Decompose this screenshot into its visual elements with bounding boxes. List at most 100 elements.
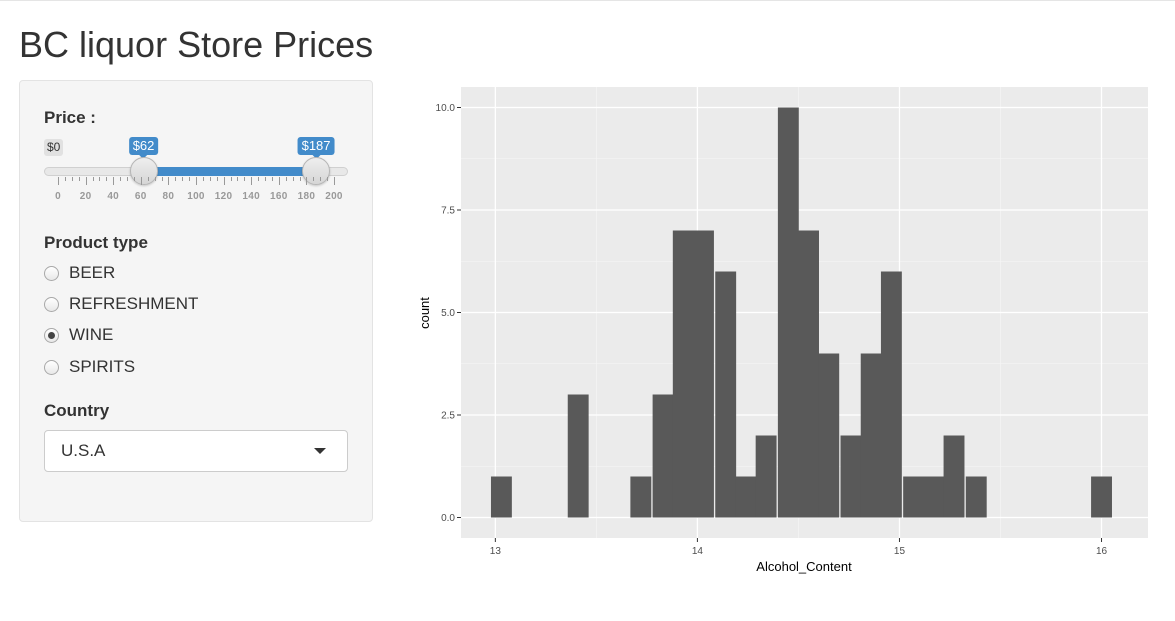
histogram-bar: [715, 271, 737, 518]
slider-tick: [202, 177, 204, 181]
slider-tick: [106, 177, 108, 181]
x-tick-label: 15: [894, 546, 906, 557]
slider-tick-label: 80: [162, 191, 175, 202]
slider-selected-range[interactable]: [143, 167, 317, 176]
slider-high-value: $187: [297, 137, 335, 159]
slider-tick: [230, 177, 232, 181]
radio-refreshment[interactable]: REFRESHMENT: [44, 293, 198, 315]
slider-tick: [216, 177, 218, 181]
slider-tick: [237, 177, 239, 181]
slider-tick: [182, 177, 184, 181]
slider-tick: [99, 177, 101, 181]
slider-tick-label: 20: [79, 191, 92, 202]
country-label: Country: [44, 401, 110, 420]
y-tick-label: 7.5: [441, 206, 455, 217]
radio-button-icon[interactable]: [44, 359, 59, 375]
y-tick-label: 2.5: [441, 411, 455, 422]
slider-tick: [175, 177, 177, 181]
slider-tick: [223, 177, 225, 185]
slider-tick: [244, 177, 246, 181]
product-type-label: Product type: [44, 233, 148, 252]
slider-tick: [92, 177, 94, 181]
y-tick-label: 10.0: [436, 103, 456, 114]
price-slider[interactable]: $0 $62 $187 0 20 40 60 80 100 120 140 160 180 200: [44, 137, 350, 209]
slider-tick: [161, 177, 163, 181]
slider-tick: [154, 177, 156, 181]
histogram-bar: [818, 353, 840, 518]
radio-button-icon[interactable]: [44, 265, 59, 281]
histogram-bar: [860, 353, 882, 518]
slider-tick-label: 200: [325, 191, 343, 202]
caret-down-icon[interactable]: [314, 448, 326, 454]
histogram-bar: [798, 230, 819, 518]
slider-tick: [147, 177, 149, 181]
slider-tick: [209, 177, 211, 181]
histogram-bar: [777, 107, 799, 518]
slider-tick-label: 40: [107, 191, 120, 202]
slider-tick: [168, 177, 170, 185]
slider-tick: [306, 177, 308, 185]
histogram-bar: [755, 435, 777, 518]
page-title: BC liquor Store Prices: [19, 24, 374, 65]
radio-beer[interactable]: BEER: [44, 262, 115, 284]
histogram-bar: [693, 230, 714, 518]
slider-tick: [327, 177, 329, 181]
histogram-bar: [652, 394, 674, 518]
slider-tick-label: 60: [134, 191, 147, 202]
sidebar-panel: Price : $0 $62 $187 0 20 40 60 80 100 120 140 16…: [19, 80, 373, 522]
country-select[interactable]: U.S.A: [44, 430, 348, 472]
radio-label: REFRESHMENT: [69, 294, 199, 313]
histogram-bar: [965, 476, 987, 518]
slider-tick: [285, 177, 287, 181]
price-label: Price :: [44, 108, 96, 127]
slider-tick: [271, 177, 273, 181]
slider-tick: [258, 177, 260, 181]
slider-tick-label: 160: [270, 191, 288, 202]
histogram-bar: [903, 476, 925, 518]
slider-tick: [265, 177, 266, 181]
histogram-bar: [1091, 476, 1112, 518]
x-axis: 13 14 15 16: [490, 538, 1108, 557]
radio-wine[interactable]: WINE: [44, 324, 113, 346]
histogram-bar: [672, 230, 694, 518]
slider-tick-label: 120: [214, 191, 233, 202]
slider-min-label: $0: [44, 139, 64, 156]
y-axis-title: count: [417, 297, 432, 329]
slider-low-value: $62: [128, 137, 159, 159]
histogram-bar: [943, 435, 965, 518]
slider-tick-label: 0: [55, 191, 61, 202]
x-tick-label: 16: [1096, 546, 1108, 557]
x-axis-title: Alcohol_Content: [756, 559, 852, 574]
slider-tick: [71, 177, 73, 181]
slider-tick: [85, 177, 87, 185]
y-tick-label: 5.0: [441, 308, 455, 319]
slider-tick: [313, 177, 315, 181]
radio-label: SPIRITS: [69, 357, 136, 376]
x-tick-label: 13: [490, 546, 502, 557]
slider-tick: [251, 177, 253, 185]
slider-tick: [127, 177, 128, 181]
slider-tick: [78, 177, 80, 181]
slider-tick: [120, 177, 122, 181]
slider-tick: [64, 177, 66, 181]
histogram-bar: [923, 476, 945, 518]
radio-button-checked-icon[interactable]: [44, 327, 59, 343]
slider-tick: [196, 177, 197, 185]
radio-spirits[interactable]: SPIRITS: [44, 356, 135, 378]
top-border: [0, 0, 1175, 1]
slider-tick: [278, 177, 280, 185]
country-select-value: U.S.A: [61, 441, 106, 460]
slider-tick-label: 100: [187, 191, 205, 202]
y-axis: 0.0 2.5 5.0 7.5 10.0: [436, 103, 461, 524]
radio-label: BEER: [69, 263, 116, 282]
slider-tick: [133, 177, 135, 181]
radio-button-icon[interactable]: [44, 296, 59, 312]
slider-tick-label: 140: [242, 191, 260, 202]
slider-tick: [113, 177, 115, 185]
slider-tick-label: 180: [297, 191, 316, 202]
slider-tick: [140, 177, 142, 185]
slider-grid: 0 20 40 60 80 100 120 140 160 180 200: [44, 177, 350, 207]
histogram-bar: [567, 394, 589, 518]
alcohol-histogram: 0.0 2.5 5.0 7.5 10.0 13 14 15 16 Alcohol_Conten…: [417, 87, 1148, 574]
slider-tick: [334, 177, 335, 185]
